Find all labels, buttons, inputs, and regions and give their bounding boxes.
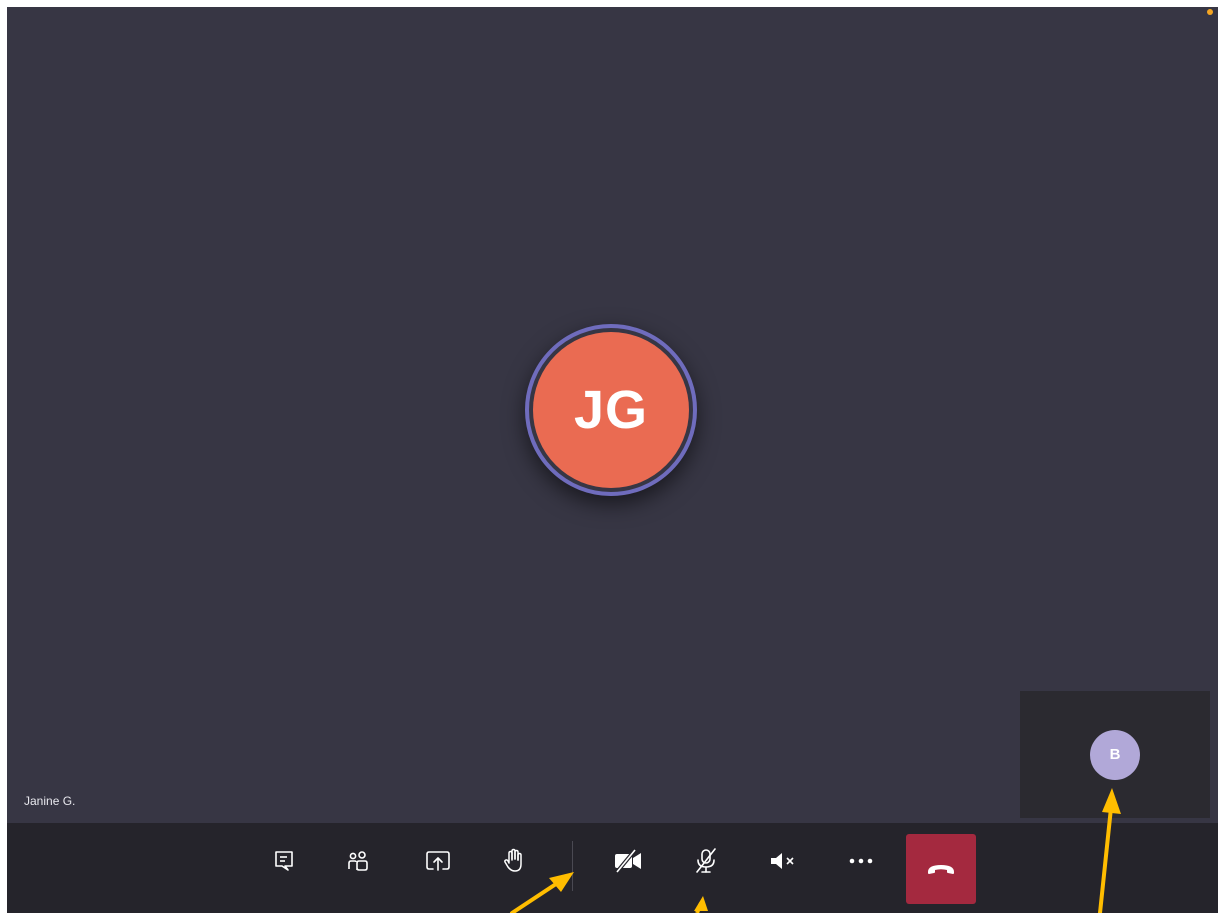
raise-hand-button[interactable] [490,837,538,885]
more-icon [849,858,873,864]
mic-off-icon [696,848,716,873]
raise-hand-icon [504,848,522,872]
more-options-button[interactable] [837,837,885,885]
microphone-toggle-button[interactable] [682,837,730,885]
hang-up-button[interactable] [906,834,976,904]
participants-button[interactable] [334,837,382,885]
status-dot [1207,9,1213,15]
camera-toggle-button[interactable] [604,837,652,885]
self-avatar: B [1090,729,1140,780]
people-icon [348,851,368,871]
self-avatar-initials: B [1109,746,1121,763]
chat-icon [275,851,293,871]
main-avatar-ring: JG [525,324,697,496]
phone-hangup-icon [928,865,954,874]
main-avatar-initials: JG [573,380,649,440]
call-toolbar [7,823,1218,913]
teams-call-window: JG Janine G. B [7,7,1218,913]
share-screen-button[interactable] [414,837,462,885]
camera-off-icon [615,849,641,873]
main-participant-avatar: JG [533,332,689,488]
share-screen-icon [426,851,450,871]
self-video-tile[interactable]: B [1020,691,1210,818]
speaker-toggle-button[interactable] [760,837,808,885]
speaker-mute-icon [771,853,794,869]
toolbar-divider [572,841,573,891]
chat-button[interactable] [260,837,308,885]
participant-name-label: Janine G. [24,794,76,808]
video-stage: JG Janine G. B [7,7,1218,823]
